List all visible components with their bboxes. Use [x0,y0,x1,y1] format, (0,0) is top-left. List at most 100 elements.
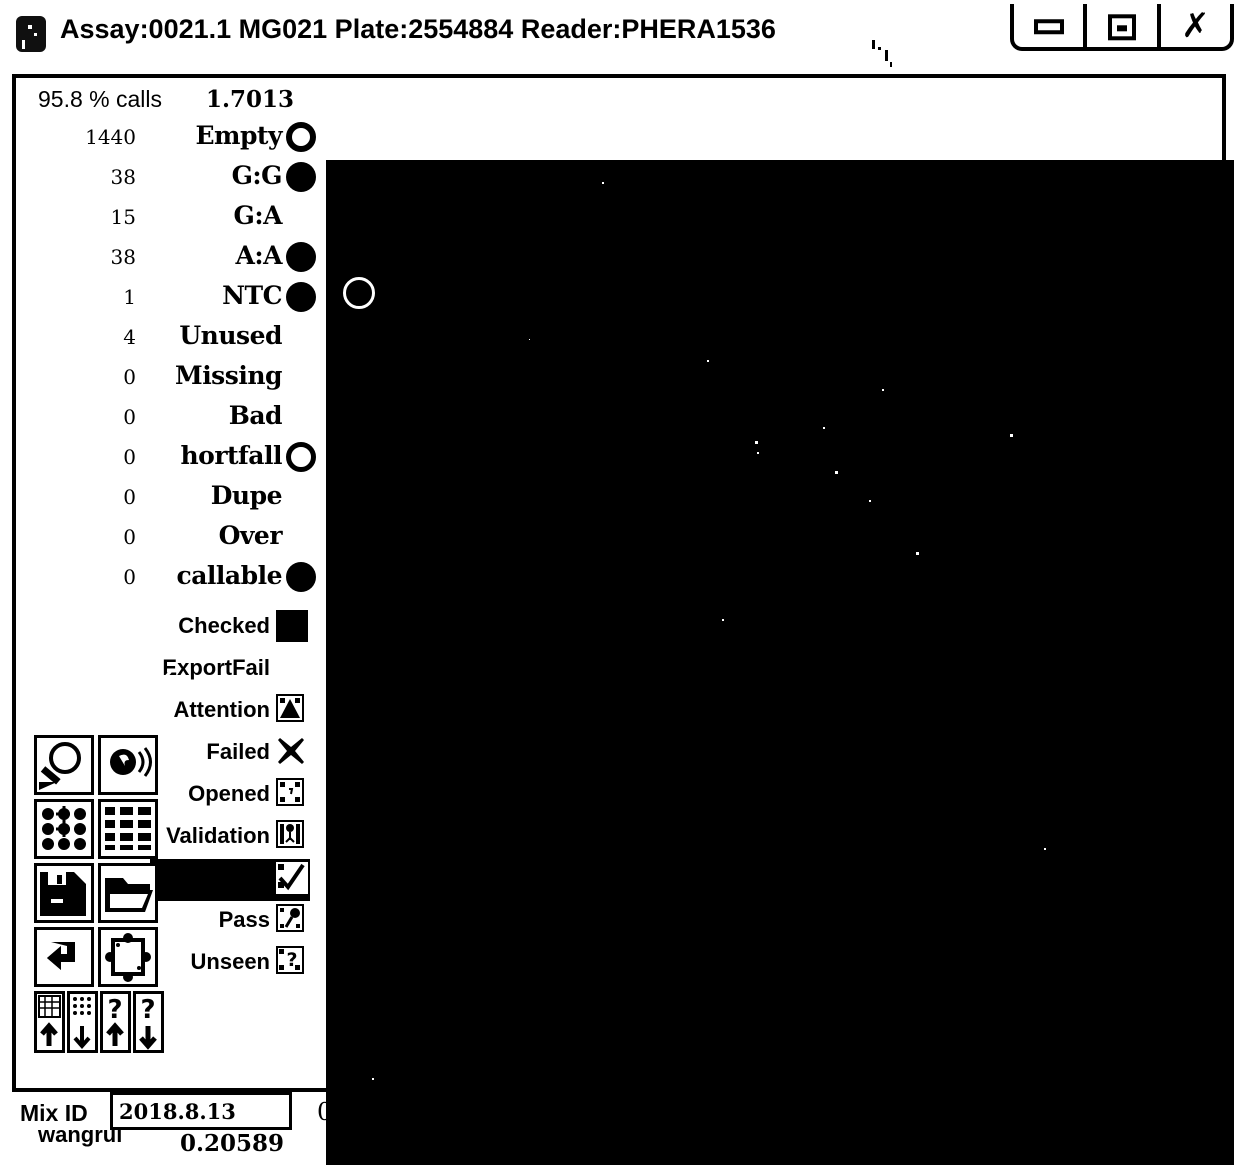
question-down-icon[interactable]: ? [133,991,164,1053]
filter-row-exportfail[interactable]: ExportFail [150,649,310,691]
legend-row[interactable]: 0 hortfall [20,439,316,479]
filter-row-pass[interactable]: Pass [150,901,310,943]
plot-point[interactable] [869,500,871,502]
grid-down-icon[interactable] [67,991,98,1053]
legend-label: G:G [231,161,283,190]
tool-row [34,799,162,863]
checkbox-failed-icon[interactable] [276,736,308,768]
left-panel: 95.8 % calls 1.7013 1440 Empty 38 G:G 15 G:A 3… [20,82,316,1157]
close-icon: ✗ [1181,5,1210,46]
scan-artifact [868,38,898,67]
filter-label: Opened [188,781,270,806]
filter-row-failed[interactable]: Failed [150,733,310,775]
legend-row[interactable]: 0 callable [20,559,316,599]
filter-row-opened[interactable]: Opened [150,775,310,817]
minimize-button[interactable] [1014,4,1088,47]
grid-up-icon[interactable] [34,991,65,1053]
filter-row-unseen[interactable]: Unseen? [150,943,310,985]
maximize-icon [1107,13,1136,40]
legend-count: 0 [123,565,136,589]
app-icon [16,16,46,52]
mixid-input[interactable] [110,1092,292,1130]
svg-text:?: ? [286,949,297,971]
plot-point[interactable] [529,339,530,340]
plot-point[interactable] [602,182,604,184]
legend-count: 15 [110,205,136,229]
plot-point[interactable] [372,1078,374,1080]
legend-label: callable [176,561,283,590]
close-button[interactable]: ✗ [1161,4,1230,47]
magnifier-icon[interactable] [34,735,94,795]
plot-point[interactable] [722,619,724,621]
legend-header: 95.8 % calls 1.7013 [20,84,310,119]
grid-dots-icon[interactable] [34,799,94,859]
plot-point[interactable] [835,471,838,474]
filter-row-attention[interactable]: Attention [150,691,310,733]
filter-label: Attention [173,697,270,722]
undo-arrow-icon[interactable] [34,927,94,987]
legend-row[interactable]: 15 G:A [20,199,310,239]
maximize-button[interactable] [1087,4,1161,47]
legend-row[interactable]: 38 A:A [20,239,316,279]
bottom-status-bar: Mix ID 0.055361 2554884 1.8843 [12,1092,1226,1140]
filter-label: Failed [206,739,270,764]
svg-text:?: ? [107,995,122,1025]
mixid-label: Mix ID [20,1100,88,1126]
checkbox-unseen-icon[interactable]: ? [276,946,308,978]
filter-row-validation[interactable]: Validation [150,817,310,859]
checkbox-pass-icon[interactable] [276,904,308,936]
legend-row[interactable]: 1 NTC [20,279,316,319]
tool-row [34,735,162,799]
list-lines-icon[interactable] [98,799,158,859]
legend-label: G:A [233,201,283,230]
legend-row[interactable]: 1440 Empty [20,119,316,159]
legend-row[interactable]: 0 Bad [20,399,310,439]
tool-palette: ? ? [34,735,164,1057]
scatter-plot-canvas[interactable] [326,160,1234,1165]
sound-icon[interactable] [98,735,158,795]
legend-label: NTC [222,281,282,310]
legend-label: Bad [228,401,283,430]
plot-point[interactable] [1044,848,1046,850]
plot-point[interactable] [1010,434,1013,437]
legend-marker-filled [286,282,316,312]
plot-point[interactable] [755,441,758,444]
legend-label: hortfall [180,441,282,470]
question-up-icon[interactable]: ? [100,991,131,1053]
legend-marker-filled [286,162,316,192]
puzzle-icon[interactable] [98,927,158,987]
legend-count: 1 [123,285,136,309]
plot-point[interactable] [916,552,919,555]
filter-label: ExportFail [162,655,270,680]
plot-point[interactable] [882,389,884,391]
plot-point[interactable] [757,452,759,454]
plot-point[interactable] [823,427,825,429]
checkbox-opened-icon[interactable] [276,778,308,810]
legend-row[interactable]: 0 Dupe [20,479,310,519]
plot-ring-marker[interactable] [343,277,375,309]
legend-row[interactable]: 4 Unused [20,319,310,359]
legend-row[interactable]: 0 Missing [20,359,310,399]
legend-max-value: 1.7013 [205,86,294,113]
filter-row-selected[interactable] [150,859,310,901]
save-disk-icon[interactable] [34,863,94,923]
title-bar: Assay:0021.1 MG021 Plate:2554884 Reader:… [0,0,1240,70]
checkbox-validation-icon[interactable] [276,820,308,852]
checkbox-solid-icon[interactable] [276,610,308,642]
checkbox-check-mark-icon[interactable] [276,862,308,894]
legend-count: 0 [123,485,136,509]
checkbox-attention-icon[interactable] [276,694,308,726]
legend-row[interactable]: 38 G:G [20,159,316,199]
legend-row[interactable]: 0 Over [20,519,310,559]
main-window-frame: 95.8 % calls 1.7013 1440 Empty 38 G:G 15 G:A 3… [12,74,1234,1165]
legend-label: Unused [179,321,282,350]
filter-checkbox-list: Checked ExportFail Attention Failed Opened Va… [150,607,310,985]
plot-point[interactable] [707,360,709,362]
legend-label: Missing [175,361,282,390]
axis-min-value: 0.055361 [317,1098,432,1126]
legend-marker-hollow [286,122,316,152]
legend-marker-ring-lg [286,442,316,472]
filter-row-checked[interactable]: Checked [150,607,310,649]
legend-label: Dupe [210,481,283,510]
open-folder-icon[interactable] [98,863,158,923]
